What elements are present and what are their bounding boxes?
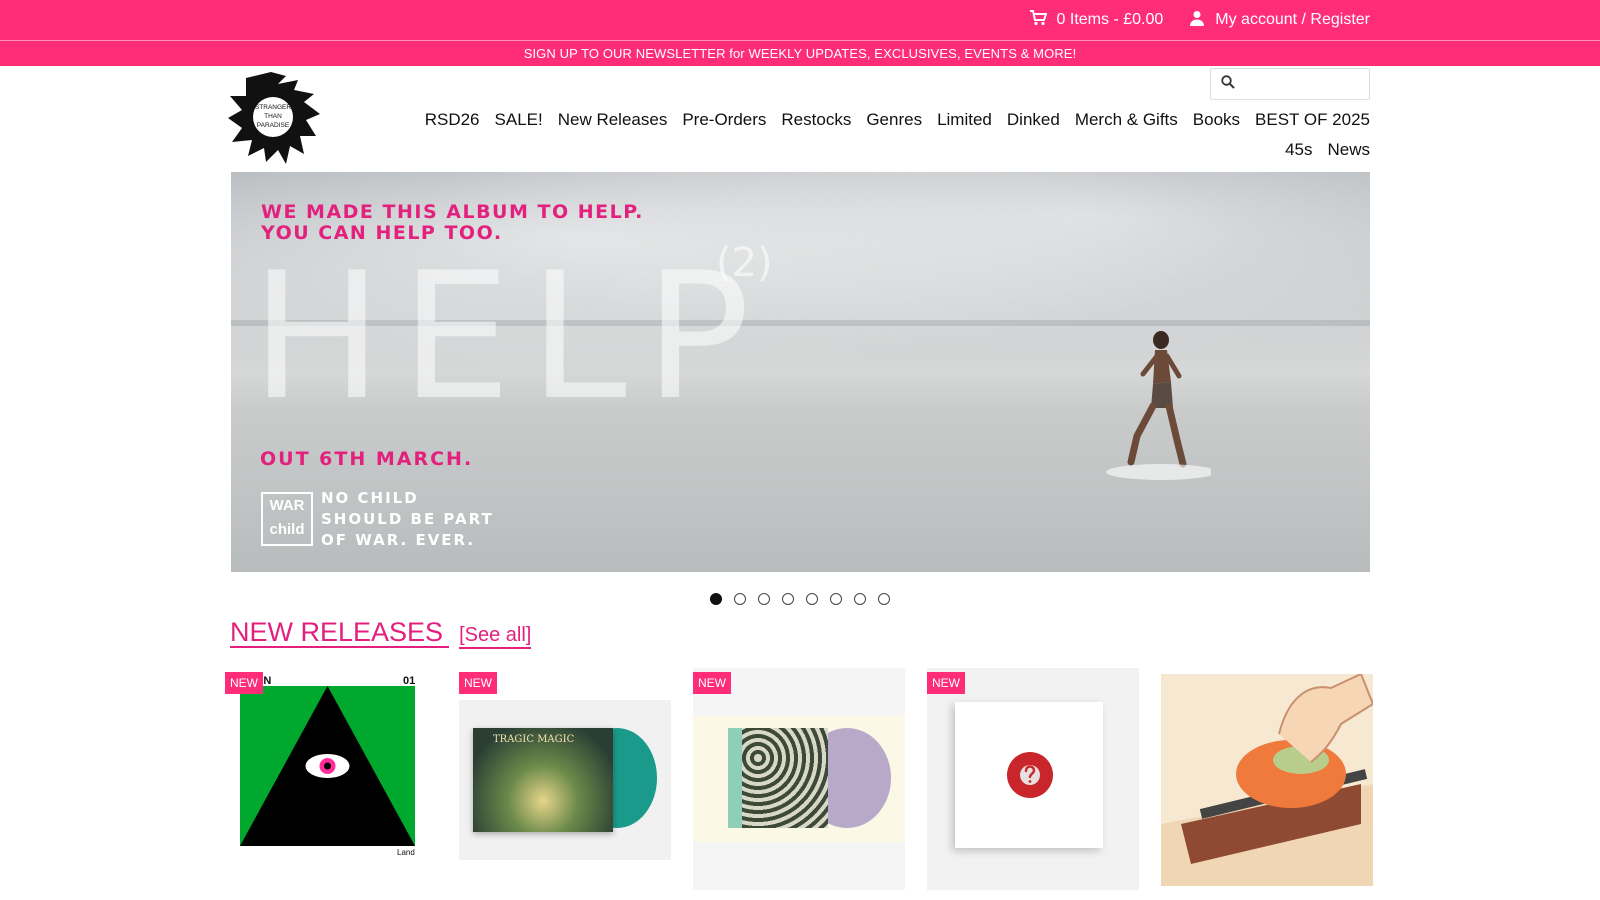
carousel-dot[interactable] [734, 593, 746, 605]
product-cover-text-bottom: Land [397, 848, 415, 857]
hero-big-title: HELP [251, 236, 769, 439]
album-sleeve: TRAGIC MAGIC [473, 728, 613, 832]
section-title[interactable]: NEW RELEASES [230, 618, 450, 648]
nav-item-books[interactable]: Books [1193, 110, 1240, 130]
see-all-link[interactable]: [See all] [459, 624, 532, 649]
hero-superscript: (2) [716, 240, 773, 286]
logo-graphic: STRANGER THAN PARADISE [228, 72, 320, 164]
carousel-dot[interactable] [710, 593, 722, 605]
newsletter-text: SIGN UP TO OUR NEWSLETTER for WEEKLY UPD… [523, 46, 1077, 61]
product-card[interactable]: NEW BE.N 01 Land [225, 668, 437, 890]
logo-text-1: STRANGER [255, 104, 291, 111]
search-box [1210, 68, 1370, 100]
nav-item-new-releases[interactable]: New Releases [558, 110, 668, 130]
nav-item-merch-gifts[interactable]: Merch & Gifts [1075, 110, 1178, 130]
carousel-dot[interactable] [878, 593, 890, 605]
new-badge: NEW [927, 672, 965, 694]
nav-item-pre-orders[interactable]: Pre-Orders [682, 110, 766, 130]
cart-link[interactable]: 0 Items - £0.00 [1029, 9, 1164, 31]
hero-slogan-line-3: OF WAR. EVER. [321, 531, 476, 549]
account-label: My account / Register [1215, 11, 1370, 28]
product-cover-art [240, 686, 415, 846]
war-child-logo-top: WAR [269, 497, 305, 514]
war-child-logo: WAR child [261, 492, 313, 546]
record-label [1007, 752, 1053, 798]
war-child-logo-bottom: child [269, 521, 305, 538]
product-cover [955, 702, 1103, 848]
nav-item-45s[interactable]: 45s [1285, 140, 1312, 160]
hero-slide[interactable]: WE MADE THIS ALBUM TO HELP. YOU CAN HELP… [231, 172, 1370, 572]
nav-item-genres[interactable]: Genres [866, 110, 922, 130]
product-cover-art [1161, 674, 1373, 886]
account-link[interactable]: My account / Register [1189, 10, 1370, 31]
hero-slogan-line-2: SHOULD BE PART [321, 510, 494, 528]
hero-tagline-line-1: WE MADE THIS ALBUM TO HELP. [261, 201, 644, 223]
product-cover: TRAGIC MAGIC [459, 700, 671, 860]
album-spine [728, 728, 742, 828]
nav-item-sale[interactable]: SALE! [495, 110, 543, 130]
question-mark-icon [1020, 765, 1040, 785]
nav-item-dinked[interactable]: Dinked [1007, 110, 1060, 130]
album-title-text: TRAGIC MAGIC [493, 734, 575, 745]
hero-slogan-line-1: NO CHILD [321, 489, 419, 507]
product-card[interactable]: NEW [693, 668, 905, 890]
new-badge: NEW [225, 672, 263, 694]
cart-label: 0 Items - £0.00 [1056, 11, 1164, 28]
new-badge: NEW [459, 672, 497, 694]
carousel-dot[interactable] [782, 593, 794, 605]
top-bar: 0 Items - £0.00 My account / Register [0, 0, 1600, 40]
logo-text-3: PARADISE [257, 122, 290, 129]
user-icon [1189, 10, 1205, 31]
newsletter-banner[interactable]: SIGN UP TO OUR NEWSLETTER for WEEKLY UPD… [0, 40, 1600, 66]
logo-text-2: THAN [264, 113, 282, 120]
album-art [728, 728, 828, 828]
carousel-dot[interactable] [758, 593, 770, 605]
product-card[interactable]: NEW TRAGIC MAGIC [459, 668, 671, 890]
top-bar-links: 0 Items - £0.00 My account / Register [1029, 0, 1370, 40]
carousel-dot[interactable] [806, 593, 818, 605]
product-grid: NEW BE.N 01 Land NEW TRAGIC MAGIC NEW [225, 668, 1375, 900]
product-cover [1161, 674, 1373, 886]
nav-item-rsd26[interactable]: RSD26 [425, 110, 480, 130]
site-logo[interactable]: STRANGER THAN PARADISE [226, 70, 326, 165]
product-cover [693, 716, 905, 842]
nav-item-restocks[interactable]: Restocks [781, 110, 851, 130]
new-releases-header: NEW RELEASES [See all] [230, 618, 532, 649]
carousel-dot[interactable] [830, 593, 842, 605]
runner-figure [1106, 331, 1211, 480]
carousel-dot[interactable] [854, 593, 866, 605]
carousel-dots [710, 593, 890, 605]
product-card[interactable]: NEW [927, 668, 1139, 890]
main-nav-row-2: 45s News [1285, 140, 1370, 160]
hero-slogan: NO CHILD SHOULD BE PART OF WAR. EVER. [321, 488, 494, 551]
album-sleeve [728, 728, 828, 828]
nav-item-news[interactable]: News [1327, 140, 1370, 160]
product-cover [240, 686, 415, 846]
nav-item-best-of-2025[interactable]: BEST OF 2025 [1255, 110, 1370, 130]
nav-item-limited[interactable]: Limited [937, 110, 992, 130]
cart-icon [1029, 9, 1047, 31]
search-input[interactable] [1243, 76, 1363, 92]
product-card[interactable] [1161, 668, 1373, 890]
main-nav: RSD26 SALE! New Releases Pre-Orders Rest… [425, 110, 1370, 130]
search-icon[interactable] [1221, 74, 1235, 94]
new-badge: NEW [693, 672, 731, 694]
hero-release-date: OUT 6TH MARCH. [260, 448, 474, 470]
product-cover-text-right: 01 [403, 675, 416, 687]
